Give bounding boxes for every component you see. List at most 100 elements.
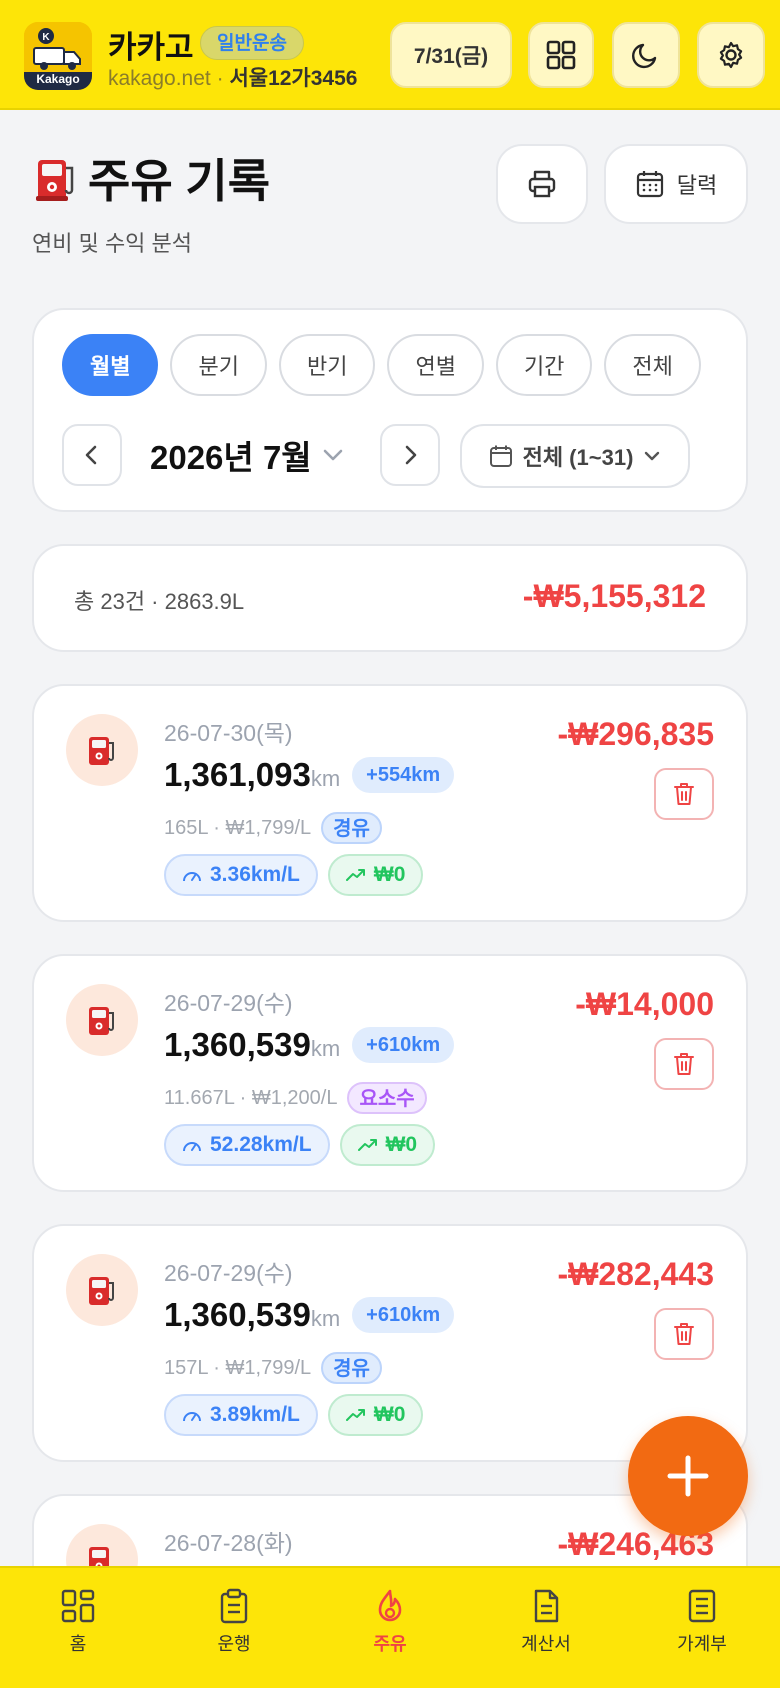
efficiency-badge: 3.89km/L: [164, 1394, 318, 1436]
efficiency-value: 3.89km/L: [210, 1403, 300, 1426]
nav-invoice[interactable]: 계산서: [468, 1568, 624, 1688]
summary-total: -₩5,155,312: [522, 578, 706, 614]
day-range-select[interactable]: 전체 (1~31): [460, 424, 690, 488]
nav-label: 계산서: [521, 1634, 571, 1654]
fuel-record-card[interactable]: 26-07-30(목) 1,361,093 km +554km 165L · ₩…: [32, 684, 748, 922]
record-meta: 157L · ₩1,799/L 경유: [164, 1352, 382, 1384]
chevron-down-icon: [323, 449, 342, 461]
distance-badge: +610km: [352, 1027, 455, 1063]
apps-grid-button[interactable]: [528, 22, 594, 88]
record-amount: -₩282,443: [557, 1256, 714, 1292]
record-amount: -₩14,000: [575, 986, 714, 1022]
tab-monthly[interactable]: 월별: [62, 334, 159, 396]
calendar-button[interactable]: 달력: [604, 144, 748, 224]
record-odometer: 1,361,093: [164, 756, 311, 793]
trending-up-icon: [357, 1139, 377, 1151]
tab-yearly[interactable]: 연별: [387, 334, 484, 396]
record-fuel-icon: [66, 714, 138, 786]
month-select[interactable]: 2026년 7월: [150, 424, 344, 486]
profit-value: ₩0: [385, 1133, 418, 1156]
trash-icon: [674, 1323, 694, 1345]
summary-card: 총 23건 · 2863.9L -₩5,155,312: [32, 544, 748, 652]
record-date: 26-07-30(목): [164, 720, 293, 746]
efficiency-badge: 3.36km/L: [164, 854, 318, 896]
chevron-down-icon: [645, 451, 660, 461]
selected-range: 전체 (1~31): [522, 445, 634, 470]
gauge-icon: [183, 1142, 201, 1152]
profit-badge: ₩0: [327, 1394, 424, 1436]
next-month-button[interactable]: [380, 424, 440, 486]
calendar-icon: [636, 171, 663, 198]
nav-label: 운행: [217, 1634, 251, 1654]
volume-price: 157L · ₩1,799/L: [164, 1356, 312, 1379]
chevron-right-icon: [405, 445, 417, 465]
vehicle-plate: 서울12가3456: [229, 67, 358, 90]
odometer-unit: km: [310, 1306, 341, 1331]
settings-button[interactable]: [697, 22, 765, 88]
page-title-text: 주유 기록: [88, 155, 271, 207]
prev-month-button[interactable]: [62, 424, 122, 486]
summary-count: 총 23건 · 2863.9L: [74, 589, 245, 614]
fuel-pump-icon: [89, 1277, 114, 1305]
delete-record-button[interactable]: [654, 1038, 714, 1090]
record-meta: 11.667L · ₩1,200/L 요소수: [164, 1082, 427, 1114]
record-date: 26-07-29(수): [164, 1260, 293, 1286]
today-date-button[interactable]: 7/31(금): [390, 22, 512, 88]
period-tabs: 월별 분기 반기 연별 기간 전체: [62, 334, 701, 396]
gauge-icon: [183, 1412, 201, 1422]
trash-icon: [674, 1053, 694, 1075]
clipboard-icon: [220, 1588, 248, 1624]
odometer-unit: km: [310, 1036, 341, 1061]
selected-month: 2026년 7월: [150, 439, 312, 476]
tab-quarterly[interactable]: 분기: [170, 334, 267, 396]
calendar-button-label: 달력: [676, 173, 718, 198]
volume-price: 165L · ₩1,799/L: [164, 816, 312, 839]
record-stats: 3.89km/L ₩0: [164, 1394, 424, 1436]
fuel-record-card[interactable]: 26-07-29(수) 1,360,539 km +610km 11.667L …: [32, 954, 748, 1192]
delete-record-button[interactable]: [654, 1308, 714, 1360]
profit-value: ₩0: [373, 1403, 406, 1426]
fuel-record-card[interactable]: 26-07-29(수) 1,360,539 km +610km 157L · ₩…: [32, 1224, 748, 1462]
fuel-pump-icon: [36, 160, 74, 201]
fuel-type-badge: 경유: [321, 812, 382, 844]
calendar-icon: [489, 445, 512, 467]
home-grid-icon: [61, 1589, 95, 1623]
tab-all[interactable]: 전체: [604, 334, 701, 396]
period-filter-card: 월별 분기 반기 연별 기간 전체 2026년 7월 전체 (1~31): [32, 308, 748, 512]
fuel-type-badge: 경유: [321, 1352, 382, 1384]
record-odometer: 1,360,539: [164, 1026, 311, 1063]
app-logo[interactable]: K Kakago: [24, 22, 92, 90]
flame-icon: [378, 1589, 402, 1622]
delete-record-button[interactable]: [654, 768, 714, 820]
nav-label: 홈: [69, 1634, 87, 1654]
profit-value: ₩0: [373, 863, 406, 886]
nav-fuel[interactable]: 주유: [312, 1568, 468, 1688]
moon-icon: [632, 43, 657, 69]
bottom-navigation: 홈 운행 주유 계산서 가계부: [0, 1566, 780, 1688]
nav-home[interactable]: 홈: [0, 1568, 156, 1688]
trending-up-icon: [345, 1409, 365, 1421]
nav-label: 주유: [373, 1634, 407, 1654]
tab-half-year[interactable]: 반기: [278, 334, 376, 396]
transport-type-badge: 일반운송: [200, 26, 304, 60]
distance-badge: +610km: [352, 1297, 455, 1333]
nav-ledger[interactable]: 가계부: [624, 1568, 780, 1688]
brand-name: 카카고: [108, 30, 194, 65]
record-stats: 52.28km/L ₩0: [164, 1124, 436, 1166]
nav-label: 가계부: [677, 1634, 727, 1654]
profit-badge: ₩0: [339, 1124, 436, 1166]
tab-period[interactable]: 기간: [495, 334, 593, 396]
print-button[interactable]: [496, 144, 588, 224]
fuel-pump-icon: [89, 1007, 114, 1035]
record-amount: -₩296,835: [557, 716, 714, 752]
add-fuel-record-button[interactable]: [628, 1416, 748, 1536]
logo-text: Kakago: [36, 72, 80, 86]
dark-mode-button[interactable]: [612, 22, 680, 88]
record-meta: 165L · ₩1,799/L 경유: [164, 812, 382, 844]
nav-trips[interactable]: 운행: [156, 1568, 312, 1688]
record-odometer-row: 1,361,093 km +554km: [164, 756, 455, 794]
distance-badge: +554km: [352, 757, 455, 793]
trending-up-icon: [345, 869, 365, 881]
record-odometer-row: 1,360,539 km +610km: [164, 1026, 455, 1064]
efficiency-value: 52.28km/L: [210, 1133, 312, 1156]
